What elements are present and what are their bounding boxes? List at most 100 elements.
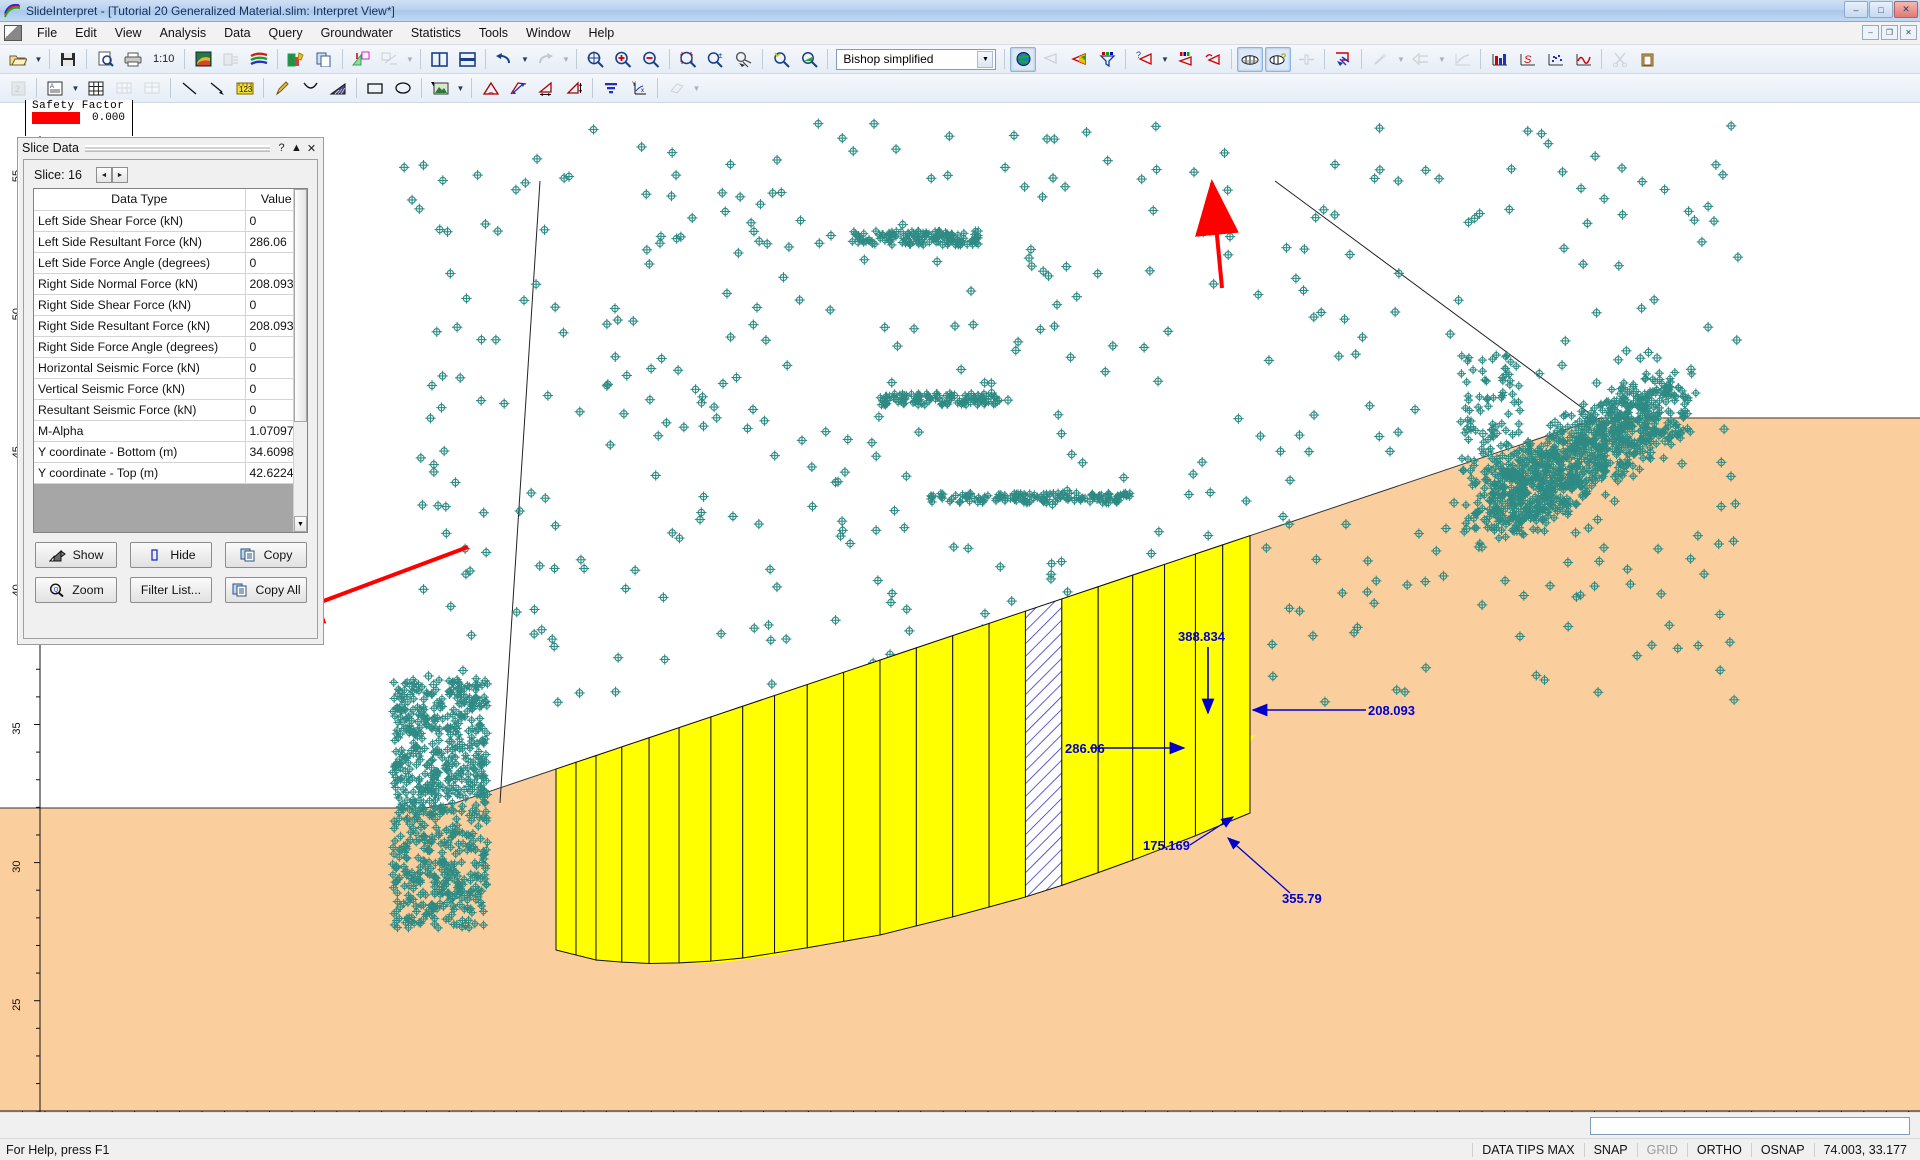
open-dropdown-arrow[interactable]: ▼ (32, 47, 45, 72)
open-icon[interactable] (5, 47, 31, 72)
slice[interactable] (843, 659, 881, 942)
query-multi-icon[interactable] (1172, 47, 1198, 72)
add-material-icon[interactable] (348, 47, 374, 72)
copy-all-button[interactable]: Copy All (225, 577, 307, 603)
mdi-restore-button[interactable]: ❐ (1881, 25, 1898, 40)
filter-color-icon[interactable] (1066, 47, 1092, 72)
table-row[interactable]: Right Side Normal Force (kN) 208.093 (34, 273, 307, 295)
zoom-in-icon[interactable] (610, 47, 636, 72)
info-viewer-icon[interactable] (283, 47, 309, 72)
slice-selected[interactable] (1024, 598, 1063, 898)
redo-icon[interactable] (532, 47, 558, 72)
undo-icon[interactable] (491, 47, 517, 72)
chevron-down-icon[interactable]: ▼ (977, 50, 994, 68)
globe-icon[interactable] (1010, 46, 1037, 72)
close-panel-button[interactable]: ✕ (304, 140, 319, 156)
page-icon[interactable]: 2 (5, 76, 31, 101)
query-surface-icon[interactable]: ? (1131, 47, 1157, 72)
show-slices-icon[interactable] (1237, 46, 1264, 72)
zoom-button[interactable]: Q Zoom (35, 577, 117, 603)
slice[interactable] (555, 761, 577, 956)
menu-item-statistics[interactable]: Statistics (402, 23, 470, 43)
axes-icon[interactable]: Yx (626, 76, 652, 101)
slice-data-panel[interactable]: Slice Data ? ▲ ✕ Slice: 16 ◄ ► Data Type… (17, 137, 324, 645)
table-grid-icon[interactable] (111, 76, 137, 101)
rectangle-icon[interactable] (362, 76, 388, 101)
table-row[interactable]: Right Side Force Angle (degrees) 0 (34, 336, 307, 358)
status-pane-snap[interactable]: SNAP (1583, 1142, 1637, 1157)
filter-surfaces-icon[interactable] (1038, 47, 1064, 72)
arrow-back-dropdown-arrow[interactable]: ▼ (1435, 47, 1448, 72)
print-preview-icon[interactable] (92, 47, 118, 72)
help-button[interactable]: ? (274, 140, 289, 156)
graph-icon[interactable] (1449, 47, 1475, 72)
arrow-back-icon[interactable] (1408, 47, 1434, 72)
panel-drag-gripper[interactable] (84, 144, 270, 152)
menu-item-analysis[interactable]: Analysis (151, 23, 216, 43)
slice[interactable] (1097, 574, 1134, 874)
slice[interactable] (575, 754, 597, 961)
menu-item-help[interactable]: Help (580, 23, 624, 43)
save-icon[interactable] (55, 47, 81, 72)
command-input[interactable] (1590, 1117, 1910, 1135)
slice[interactable] (710, 705, 744, 962)
print-icon[interactable] (120, 47, 146, 72)
hide-button[interactable]: Hide (130, 542, 212, 568)
polyline-icon[interactable] (297, 76, 323, 101)
ellipse-icon[interactable] (390, 76, 416, 101)
prev-slice-button[interactable]: ◄ (95, 167, 112, 183)
analysis-method-combo[interactable]: Bishop simplified ▼ (836, 48, 997, 70)
scatter-graph-icon[interactable] (1542, 47, 1568, 72)
slice[interactable] (742, 694, 776, 959)
wand-icon[interactable] (1367, 47, 1393, 72)
line-graph-icon[interactable] (1570, 47, 1596, 72)
slice[interactable] (1222, 534, 1251, 826)
hatch-fill-icon[interactable] (325, 76, 351, 101)
text-box-icon[interactable]: A (42, 76, 68, 101)
status-pane-ortho[interactable]: ORTHO (1686, 1142, 1751, 1157)
table-row[interactable]: Y coordinate - Bottom (m) 34.6098 (34, 441, 307, 463)
filter-icon[interactable] (1094, 47, 1120, 72)
text-dropdown-arrow[interactable]: ▼ (69, 76, 82, 101)
table-row[interactable]: M-Alpha 1.07097 (34, 420, 307, 442)
menu-item-data[interactable]: Data (215, 23, 259, 43)
align-icon[interactable] (598, 76, 624, 101)
close-button[interactable]: ✕ (1894, 1, 1918, 18)
line-icon[interactable] (176, 76, 202, 101)
table-row[interactable]: Horizontal Seismic Force (kN) 0 (34, 357, 307, 379)
slice[interactable] (774, 683, 808, 954)
slice-width-icon[interactable] (1293, 47, 1319, 72)
paste-icon[interactable] (1635, 47, 1661, 72)
slice[interactable] (988, 610, 1026, 908)
dimension-icon[interactable]: 123 (232, 76, 258, 101)
undo-dropdown-arrow[interactable]: ▼ (518, 47, 531, 72)
menu-item-query[interactable]: Query (260, 23, 312, 43)
stress-graph-icon[interactable]: S (1514, 47, 1540, 72)
next-slice-button[interactable]: ► (111, 167, 128, 183)
show-button[interactable]: Show (35, 542, 117, 568)
eraser-icon[interactable] (663, 76, 689, 101)
slice[interactable] (648, 726, 680, 964)
mdi-minimize-button[interactable]: – (1862, 25, 1879, 40)
table-row[interactable]: Right Side Shear Force (kN) 0 (34, 294, 307, 316)
redo-dropdown-arrow[interactable]: ▼ (559, 47, 572, 72)
zoom-out-icon[interactable] (638, 47, 664, 72)
column-header-data-type[interactable]: Data Type (34, 189, 246, 211)
zoom-excess-icon[interactable]: ± (703, 47, 729, 72)
slice[interactable] (1132, 563, 1166, 861)
cut-icon[interactable] (1607, 47, 1633, 72)
slice[interactable] (952, 622, 990, 918)
contour-icon[interactable] (190, 47, 216, 72)
menu-item-groundwater[interactable]: Groundwater (312, 23, 402, 43)
copy-button[interactable]: Copy (225, 542, 307, 568)
arrow-icon[interactable] (204, 76, 230, 101)
menu-item-view[interactable]: View (106, 23, 151, 43)
stack-view-icon[interactable] (454, 47, 480, 72)
horizontal-measure-icon[interactable] (533, 76, 559, 101)
angle-measure-icon[interactable] (477, 76, 503, 101)
table-small-icon[interactable] (139, 76, 165, 101)
filter-list-button[interactable]: Filter List... (130, 577, 212, 603)
distance-measure-icon[interactable] (505, 76, 531, 101)
slice[interactable] (1194, 544, 1224, 837)
mdi-close-button[interactable]: ✕ (1900, 25, 1917, 40)
